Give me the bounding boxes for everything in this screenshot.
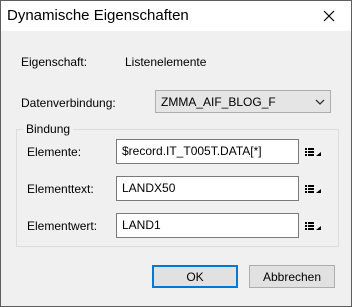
element-value-label: Elementwert: <box>27 219 98 233</box>
binding-group-title: Bindung <box>23 122 74 136</box>
dialog-title: Dynamische Eigenschaften <box>7 7 189 24</box>
element-text-label: Elementtext: <box>27 182 94 196</box>
element-value-list-options-button[interactable] <box>302 218 324 234</box>
close-button[interactable] <box>306 1 351 31</box>
elements-label: Elemente: <box>27 145 82 159</box>
list-options-icon <box>305 185 321 193</box>
close-icon <box>323 10 334 22</box>
elements-list-options-button[interactable] <box>302 144 324 160</box>
datasource-value: ZMMA_AIF_BLOG_F <box>161 95 276 109</box>
list-options-icon <box>305 222 321 230</box>
property-label: Eigenschaft: <box>21 55 88 69</box>
cancel-button[interactable]: Abbrechen <box>249 265 335 288</box>
elements-input[interactable]: $record.IT_T005T.DATA[*] <box>116 139 299 164</box>
property-value: Listenelemente <box>125 55 207 69</box>
element-text-input[interactable]: LANDX50 <box>116 176 299 201</box>
element-text-list-options-button[interactable] <box>302 181 324 197</box>
title-bar: Dynamische Eigenschaften <box>1 1 351 31</box>
ok-button[interactable]: OK <box>152 265 238 288</box>
datasource-label: Datenverbindung: <box>21 96 116 110</box>
element-value-input[interactable]: LAND1 <box>116 213 299 238</box>
datasource-select[interactable]: ZMMA_AIF_BLOG_F <box>155 90 331 113</box>
list-options-icon <box>305 148 321 156</box>
dynamic-properties-dialog: Dynamische Eigenschaften Eigenschaft: Li… <box>0 0 352 307</box>
chevron-down-icon <box>315 99 325 105</box>
